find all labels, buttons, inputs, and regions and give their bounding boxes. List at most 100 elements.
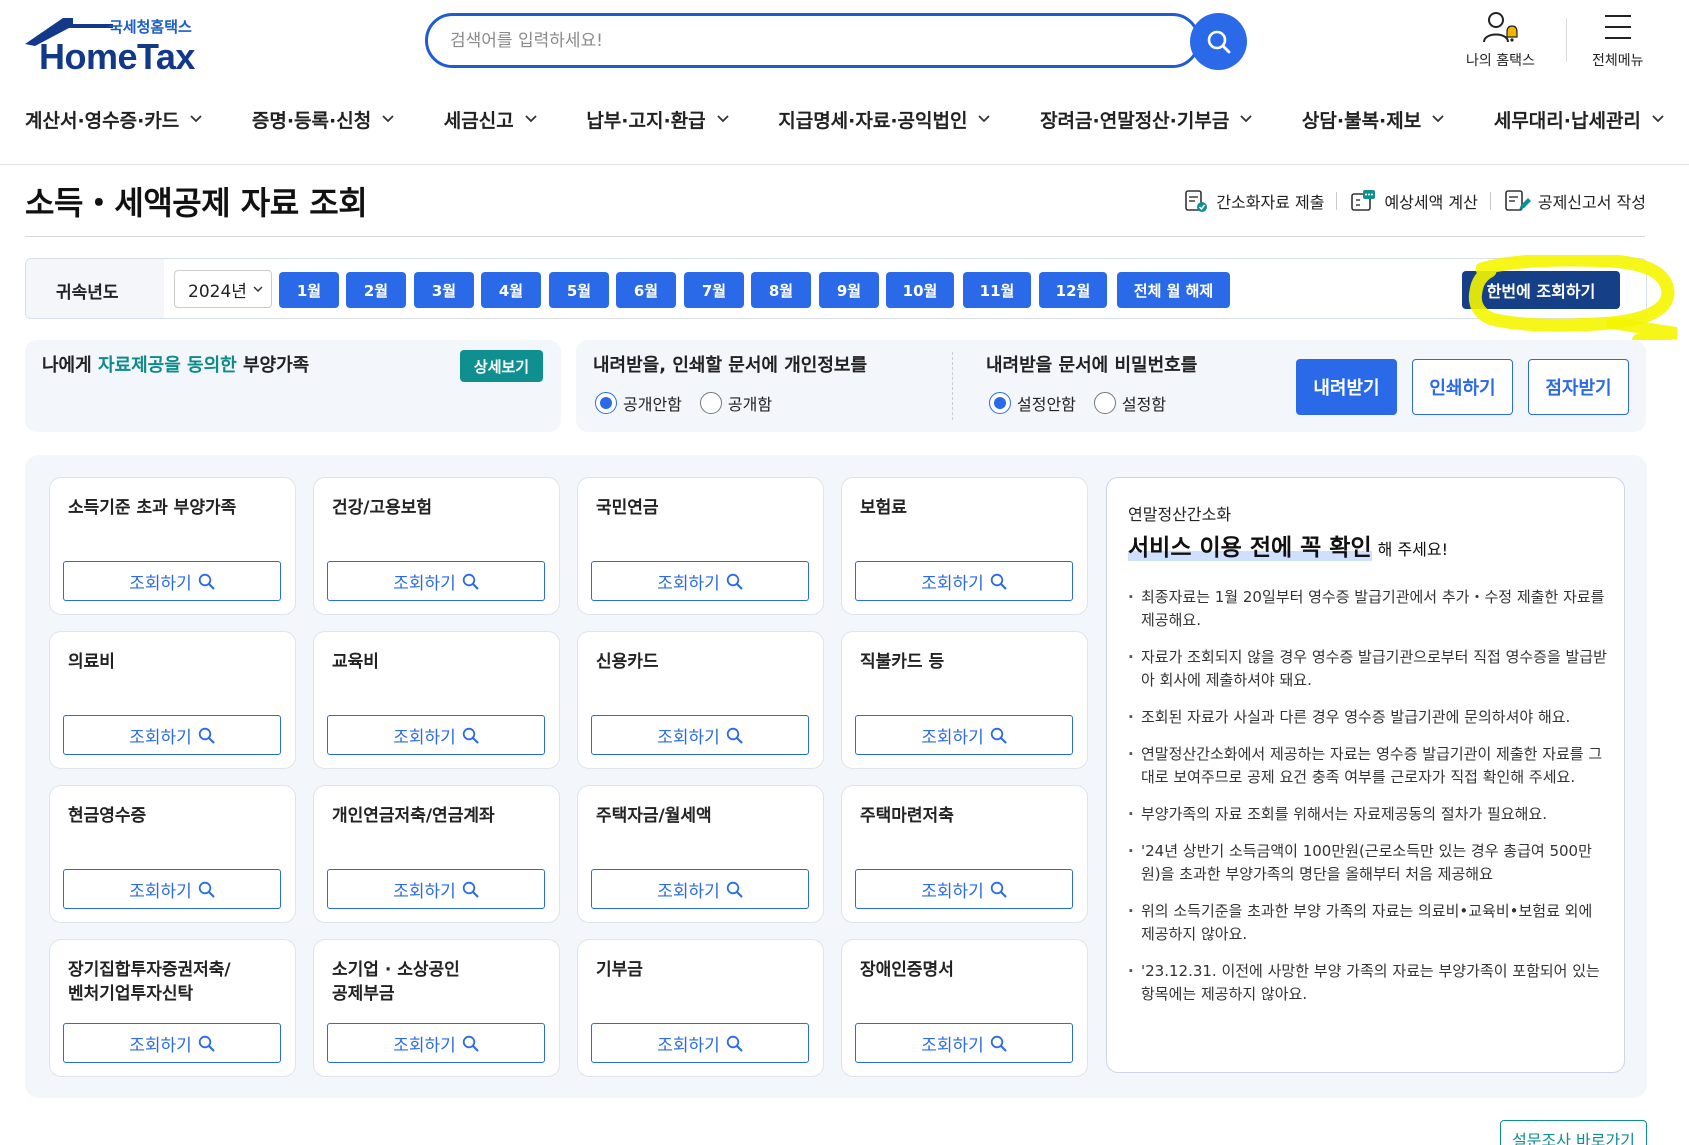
- nav-tax-filing[interactable]: 세금신고: [444, 103, 538, 135]
- query-all-button[interactable]: 한번에 조회하기: [1462, 271, 1620, 309]
- month-button-10[interactable]: 10월: [886, 272, 954, 308]
- nav-payment-statement[interactable]: 지급명세·자료·공익법인: [778, 103, 991, 135]
- month-button-9[interactable]: 9월: [819, 272, 879, 308]
- search-icon: [726, 1035, 743, 1051]
- chevron-down-icon: [978, 115, 991, 123]
- notice-headline-tail: 해 주세요!: [1377, 540, 1449, 559]
- month-button-2[interactable]: 2월: [346, 272, 406, 308]
- print-button[interactable]: 인쇄하기: [1412, 359, 1513, 415]
- title-divider: [25, 236, 1645, 237]
- card-query-button[interactable]: 조회하기: [591, 561, 809, 601]
- nav-consultation-appeal[interactable]: 상담·불복·제보: [1302, 103, 1445, 135]
- nav-invoice-receipt-card[interactable]: 계산서·영수증·카드: [25, 103, 203, 135]
- view-details-button[interactable]: 상세보기: [460, 350, 543, 382]
- card-query-button[interactable]: 조회하기: [855, 869, 1073, 909]
- card-title: 의료비: [68, 652, 115, 672]
- year-select[interactable]: 2024년: [174, 270, 272, 308]
- search-icon: [462, 1035, 479, 1051]
- search-icon: [990, 727, 1007, 743]
- card-title: 주택마련저축: [860, 806, 954, 826]
- privacy-radio-group: 공개안함 공개함: [595, 391, 790, 415]
- estimated-tax-link[interactable]: 예상세액 계산: [1349, 188, 1478, 214]
- radio-label: 공개함: [727, 395, 773, 414]
- card-query-button[interactable]: 조회하기: [591, 869, 809, 909]
- nav-tax-agent[interactable]: 세무대리·납세관리: [1494, 103, 1665, 135]
- privacy-show-radio[interactable]: [699, 392, 722, 414]
- deduction-form-link[interactable]: 공제신고서 작성: [1503, 188, 1646, 214]
- search-icon: [726, 573, 743, 589]
- main-navigation: 계산서·영수증·카드 증명·등록·신청 세금신고 납부·고지·환급 지급명세·자…: [25, 103, 1665, 135]
- card-query-button[interactable]: 조회하기: [63, 561, 281, 601]
- braille-download-button[interactable]: 점자받기: [1528, 359, 1629, 415]
- password-on-radio[interactable]: [1093, 392, 1116, 414]
- month-button-6[interactable]: 6월: [616, 272, 676, 308]
- hamburger-icon: [1604, 15, 1631, 39]
- month-button-1[interactable]: 1월: [279, 272, 339, 308]
- nav-year-end-settlement[interactable]: 장려금·연말정산·기부금: [1040, 103, 1253, 135]
- card-query-button[interactable]: 조회하기: [855, 561, 1073, 601]
- download-button[interactable]: 내려받기: [1296, 359, 1397, 415]
- card-title: 개인연금저축/연금계좌: [332, 806, 495, 826]
- month-button-8[interactable]: 8월: [751, 272, 811, 308]
- notice-item: 자료가 조회되지 않을 경우 영수증 발급기관으로부터 직접 영수증을 발급받아…: [1128, 646, 1608, 692]
- card-title: 장애인증명서: [860, 960, 954, 980]
- deduction-card: 개인연금저축/연금계좌조회하기: [313, 785, 560, 923]
- radio-label: 공개안함: [623, 395, 682, 414]
- search-icon: [726, 881, 743, 897]
- nav-label: 납부·고지·환급: [586, 109, 706, 132]
- submit-simplified-data-link[interactable]: 간소화자료 제출: [1183, 188, 1324, 214]
- month-button-5[interactable]: 5월: [549, 272, 609, 308]
- nav-label: 지급명세·자료·공익법인: [778, 109, 968, 132]
- month-button-7[interactable]: 7월: [684, 272, 744, 308]
- card-query-button[interactable]: 조회하기: [855, 1023, 1073, 1063]
- all-menu-button[interactable]: 전체메뉴: [1592, 10, 1644, 70]
- card-query-button[interactable]: 조회하기: [327, 1023, 545, 1063]
- deduction-card: 교육비 조회하기: [313, 631, 560, 769]
- search-icon: [198, 727, 215, 743]
- nav-label: 장려금·연말정산·기부금: [1040, 109, 1230, 132]
- search-icon: [1207, 30, 1230, 53]
- card-query-button[interactable]: 조회하기: [855, 715, 1073, 755]
- deduction-card: 장기집합투자증권저축/ 벤처기업투자신탁조회하기: [49, 939, 296, 1077]
- privacy-hide-radio[interactable]: [595, 392, 617, 414]
- nav-label: 상담·불복·제보: [1301, 109, 1422, 132]
- card-query-button[interactable]: 조회하기: [327, 715, 545, 755]
- survey-link-button[interactable]: 설문조사 바로가기: [1500, 1120, 1647, 1145]
- notice-item: 위의 소득기준을 초과한 부양 가족의 자료는 의료비•교육비•보험료 외에 제…: [1128, 900, 1608, 946]
- my-hometax-link[interactable]: 나의 홈택스: [1466, 10, 1535, 70]
- nav-label: 증명·등록·신청: [251, 109, 372, 132]
- card-query-button[interactable]: 조회하기: [591, 1023, 809, 1063]
- search-input[interactable]: [450, 28, 1090, 54]
- month-button-12[interactable]: 12월: [1039, 272, 1107, 308]
- chevron-down-icon: [525, 115, 537, 123]
- nav-certificate-registration[interactable]: 증명·등록·신청: [252, 103, 395, 135]
- card-query-button[interactable]: 조회하기: [63, 715, 281, 755]
- notice-headline: 서비스 이용 전에 꼭 확인 해 주세요!: [1128, 528, 1448, 562]
- deduction-card: 직불카드 등조회하기: [841, 631, 1088, 769]
- card-query-button[interactable]: 조회하기: [63, 869, 281, 909]
- deduction-card: 소득기준 초과 부양가족 조회하기: [49, 477, 296, 615]
- notice-item: 부양가족의 자료 조회를 위해서는 자료제공동의 절차가 필요해요.: [1128, 803, 1608, 826]
- all-menu-label: 전체메뉴: [1592, 53, 1644, 69]
- action-label: 예상세액 계산: [1384, 193, 1478, 212]
- card-query-button[interactable]: 조회하기: [327, 561, 545, 601]
- site-header: 국세청홈택스 HomeTax 나의 홈택스 전체메뉴 계산서·영수증·카드 증명…: [0, 0, 1689, 165]
- nav-payment-refund[interactable]: 납부·고지·환급: [586, 103, 729, 135]
- card-title: 직불카드 등: [860, 652, 945, 672]
- clear-all-months-button[interactable]: 전체 월 해제: [1117, 272, 1230, 308]
- card-query-button[interactable]: 조회하기: [327, 869, 545, 909]
- card-title: 장기집합투자증권저축/ 벤처기업투자신탁: [68, 960, 231, 1004]
- user-bell-icon: [1483, 12, 1519, 43]
- month-button-4[interactable]: 4월: [481, 272, 541, 308]
- password-off-radio[interactable]: [989, 392, 1011, 414]
- deduction-card: 신용카드 조회하기: [577, 631, 824, 769]
- card-query-button[interactable]: 조회하기: [591, 715, 809, 755]
- month-button-11[interactable]: 11월: [963, 272, 1031, 308]
- card-title: 보험료: [860, 498, 907, 518]
- hometax-logo[interactable]: 국세청홈택스 HomeTax: [25, 14, 205, 77]
- consent-text: 나에게 자료제공을 동의한 부양가족: [42, 351, 309, 377]
- notice-item: '24년 상반기 소득금액이 100만원(근로소득만 있는 경우 총급여 500…: [1128, 840, 1608, 886]
- card-query-button[interactable]: 조회하기: [63, 1023, 281, 1063]
- search-button[interactable]: [1190, 13, 1247, 70]
- month-button-3[interactable]: 3월: [414, 272, 474, 308]
